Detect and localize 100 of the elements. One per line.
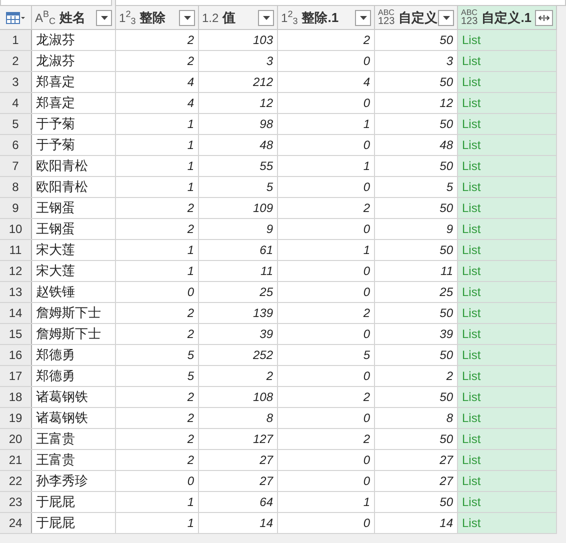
dropdown-button[interactable] — [258, 10, 274, 26]
table-cell: 0 — [278, 450, 375, 470]
table-cell: 郑德勇 — [32, 345, 116, 365]
column-name: 自定义 — [398, 8, 438, 27]
table-cell: 5 — [199, 177, 278, 197]
dropdown-button[interactable] — [438, 10, 454, 26]
table-cell: 赵铁锤 — [32, 282, 116, 302]
table-cell: 0 — [278, 408, 375, 428]
row-number: 24 — [0, 513, 32, 533]
dropdown-button[interactable] — [96, 10, 112, 26]
row-number: 4 — [0, 93, 32, 113]
table-cell: 0 — [278, 93, 375, 113]
table-cell: 欧阳青松 — [32, 156, 116, 176]
table-cell: 27 — [199, 450, 278, 470]
row-number: 19 — [0, 408, 32, 428]
column-name: 姓名 — [60, 8, 87, 27]
list-link[interactable]: List — [458, 513, 557, 533]
column-header[interactable]: 1$^{2}$$_{3}$ 整除.1 — [278, 6, 375, 29]
table-cell: 127 — [199, 429, 278, 449]
list-link[interactable]: List — [458, 429, 557, 449]
row-number: 11 — [0, 240, 32, 260]
list-link[interactable]: List — [458, 303, 557, 323]
table-cell: 4 — [116, 72, 199, 92]
list-link[interactable]: List — [458, 51, 557, 71]
row-number: 5 — [0, 114, 32, 134]
row-number: 1 — [0, 30, 32, 50]
table-cell: 0 — [278, 261, 375, 281]
column-header[interactable]: 1.2 值 — [199, 6, 278, 29]
table-cell: 1 — [116, 240, 199, 260]
list-link[interactable]: List — [458, 114, 557, 134]
table-cell: 1 — [116, 156, 199, 176]
table-cell: 50 — [375, 72, 458, 92]
dropdown-button[interactable] — [355, 10, 371, 26]
table-cell: 50 — [375, 156, 458, 176]
table-cell: 50 — [375, 198, 458, 218]
list-link[interactable]: List — [458, 72, 557, 92]
list-link[interactable]: List — [458, 93, 557, 113]
table-cell: 27 — [199, 471, 278, 491]
list-link[interactable]: List — [458, 492, 557, 512]
column-name: 整除 — [140, 8, 167, 27]
list-link[interactable]: List — [458, 408, 557, 428]
table-cell: 61 — [199, 240, 278, 260]
table-cell: 55 — [199, 156, 278, 176]
table-cell: 27 — [375, 450, 458, 470]
column-header[interactable]: 1$^{2}$$_{3}$ 整除 — [116, 6, 199, 29]
table-cell: 48 — [375, 135, 458, 155]
table-cell: 郑喜定 — [32, 72, 116, 92]
list-link[interactable]: List — [458, 198, 557, 218]
expand-button[interactable] — [535, 10, 553, 26]
table-cell: 212 — [199, 72, 278, 92]
table-cell: 139 — [199, 303, 278, 323]
list-link[interactable]: List — [458, 156, 557, 176]
table-cell: 2 — [116, 303, 199, 323]
table-cell: 50 — [375, 30, 458, 50]
table-cell: 0 — [278, 324, 375, 344]
list-link[interactable]: List — [458, 219, 557, 239]
column-name: 自定义.1 — [482, 8, 533, 27]
list-link[interactable]: List — [458, 387, 557, 407]
table-cell: 1 — [278, 114, 375, 134]
table-cell: 8 — [199, 408, 278, 428]
table-cell: 1 — [116, 492, 199, 512]
table-cell: 50 — [375, 492, 458, 512]
table-cell: 孙李秀珍 — [32, 471, 116, 491]
table-cell: 108 — [199, 387, 278, 407]
column-header[interactable]: A$^{B}$$_{C}$ 姓名 — [32, 6, 116, 29]
list-link[interactable]: List — [458, 240, 557, 260]
dropdown-button[interactable] — [179, 10, 195, 26]
table-cell: 1 — [116, 135, 199, 155]
row-number: 12 — [0, 261, 32, 281]
list-link[interactable]: List — [458, 471, 557, 491]
table-cell: 2 — [278, 387, 375, 407]
list-link[interactable]: List — [458, 261, 557, 281]
table-cell: 9 — [375, 219, 458, 239]
list-link[interactable]: List — [458, 324, 557, 344]
table-cell: 5 — [116, 345, 199, 365]
table-cell: 9 — [199, 219, 278, 239]
row-number: 21 — [0, 450, 32, 470]
table-cell: 5 — [375, 177, 458, 197]
table-cell: 4 — [278, 72, 375, 92]
list-link[interactable]: List — [458, 450, 557, 470]
table-cell: 2 — [116, 408, 199, 428]
caret-icon — [360, 16, 366, 20]
row-number: 10 — [0, 219, 32, 239]
list-link[interactable]: List — [458, 366, 557, 386]
table-cell: 50 — [375, 429, 458, 449]
list-link[interactable]: List — [458, 30, 557, 50]
list-link[interactable]: List — [458, 177, 557, 197]
table-cell: 50 — [375, 240, 458, 260]
table-cell: 8 — [375, 408, 458, 428]
column-name: 值 — [222, 8, 237, 27]
list-link[interactable]: List — [458, 135, 557, 155]
list-link[interactable]: List — [458, 282, 557, 302]
list-link[interactable]: List — [458, 345, 557, 365]
table-cell: 1 — [278, 240, 375, 260]
table-cell: 宋大莲 — [32, 240, 116, 260]
table-cell: 诸葛钢铁 — [32, 387, 116, 407]
table-cell: 于屁屁 — [32, 492, 116, 512]
table-cell: 0 — [278, 513, 375, 533]
table-cell: 0 — [116, 471, 199, 491]
row-number: 20 — [0, 429, 32, 449]
